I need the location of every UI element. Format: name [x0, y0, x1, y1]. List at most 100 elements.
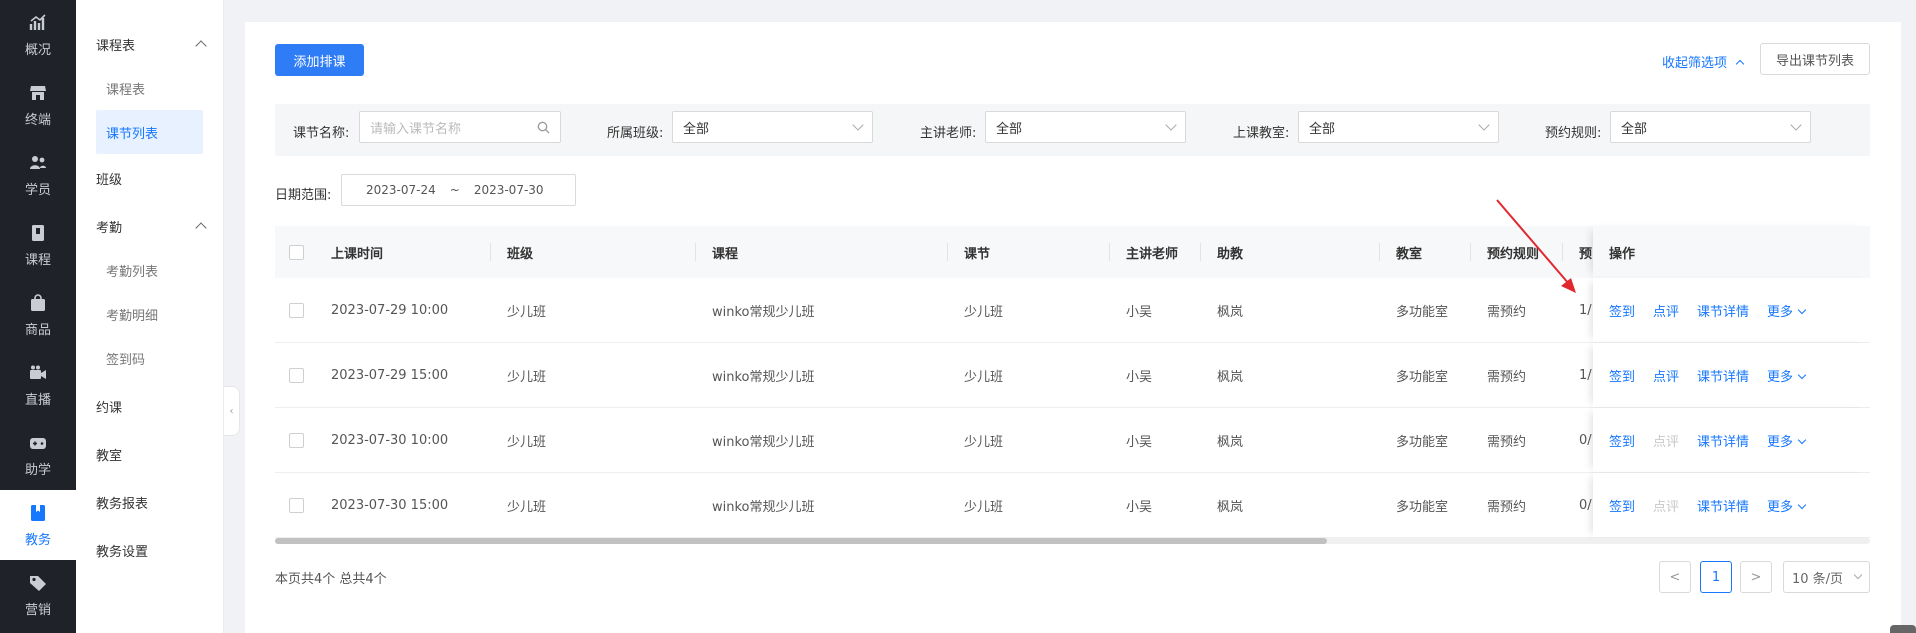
nav-item-students[interactable]: 学员 [0, 140, 76, 210]
sidebar-item-label: 教务报表 [96, 496, 149, 512]
sidebar-item-schedule[interactable]: 课程表 [76, 66, 223, 110]
cell-extra: 0/ [1579, 497, 1592, 513]
sidebar-item-classroom[interactable]: 教室 [76, 432, 223, 476]
row-checkbox[interactable] [289, 497, 304, 513]
lesson-detail-link[interactable]: 课节详情 [1697, 366, 1749, 385]
nav-item-assist[interactable]: 助学 [0, 420, 76, 490]
nav-item-goods[interactable]: 商品 [0, 280, 76, 350]
col-extra[interactable]: 预 [1579, 226, 1592, 278]
row-checkbox[interactable] [289, 432, 304, 448]
sidebar-item-booking[interactable]: 约课 [76, 384, 223, 428]
col-divider [490, 243, 491, 261]
col-course[interactable]: 课程 [712, 226, 738, 278]
chevron-down-icon [1797, 500, 1807, 509]
nav-item-terminal[interactable]: 终端 [0, 70, 76, 140]
nav-label: 营销 [24, 602, 51, 618]
lesson-detail-link[interactable]: 课节详情 [1697, 301, 1749, 320]
page-scrollbar[interactable] [1890, 625, 1916, 633]
col-rule[interactable]: 预约规则 [1487, 226, 1539, 278]
row-checkbox[interactable] [289, 367, 304, 383]
chevron-down-icon [1790, 119, 1802, 131]
page-size-select[interactable]: 10 条/页 [1783, 561, 1870, 593]
cell-room: 多功能室 [1396, 434, 1449, 450]
nav-item-course[interactable]: 课程 [0, 210, 76, 280]
cell-room: 多功能室 [1396, 499, 1449, 515]
cell-room: 多功能室 [1396, 369, 1449, 385]
nav-label: 助学 [24, 462, 51, 478]
checkin-link[interactable]: 签到 [1609, 366, 1635, 385]
page-number-button[interactable]: 1 [1700, 561, 1732, 593]
cell-rule: 需预约 [1487, 434, 1527, 450]
date-range-picker[interactable]: 2023-07-24 ~ 2023-07-30 [341, 174, 576, 206]
add-schedule-button[interactable]: 添加排课 [275, 44, 364, 76]
comment-link-disabled: 点评 [1653, 434, 1680, 450]
export-lessons-button[interactable]: 导出课节列表 [1760, 43, 1870, 75]
filter-bar: 课节名称: 请输入课节名称 所属班级: 全部 主讲老师: 全部 上课教室: 全部… [275, 104, 1870, 156]
scrollbar-thumb[interactable] [275, 538, 1327, 544]
nav-label: 终端 [24, 112, 51, 128]
class-select[interactable]: 全部 [672, 111, 873, 143]
checkin-link[interactable]: 签到 [1609, 301, 1635, 320]
more-dropdown[interactable]: 更多 [1767, 431, 1807, 450]
lesson-detail-link[interactable]: 课节详情 [1697, 431, 1749, 450]
row-checkbox[interactable] [289, 302, 304, 318]
cell-class: 少儿班 [507, 304, 547, 320]
more-dropdown[interactable]: 更多 [1767, 496, 1807, 515]
comment-link[interactable]: 点评 [1653, 366, 1679, 385]
nav-item-marketing[interactable]: 营销 [0, 560, 76, 630]
next-page-button[interactable]: > [1740, 561, 1772, 593]
sidebar-item-settings[interactable]: 教务设置 [76, 528, 223, 572]
cell-lesson: 少儿班 [964, 434, 1004, 450]
comment-link[interactable]: 点评 [1653, 301, 1679, 320]
classroom-select-value: 全部 [1309, 121, 1336, 137]
col-lesson[interactable]: 课节 [964, 226, 990, 278]
sidebar-item-checkin-code[interactable]: 签到码 [76, 336, 223, 380]
lesson-name-search-input[interactable]: 请输入课节名称 [359, 111, 561, 143]
col-assistant[interactable]: 助教 [1217, 226, 1243, 278]
col-teacher[interactable]: 主讲老师 [1126, 226, 1178, 278]
nav-item-academic[interactable]: 教务 [0, 490, 76, 560]
table-row: 2023-07-30 15:00 少儿班 winko常规少儿班 少儿班 小吴 枫… [275, 473, 1870, 538]
cell-rule: 需预约 [1487, 304, 1527, 320]
cell-course: winko常规少儿班 [712, 434, 815, 450]
select-all-checkbox[interactable] [289, 244, 304, 260]
cell-teacher: 小吴 [1126, 434, 1153, 450]
chevron-up-icon [195, 222, 207, 234]
chevron-left-icon: ‹ [229, 405, 234, 417]
collapse-filters-link[interactable]: 收起筛选项 [1662, 52, 1745, 71]
checkin-link[interactable]: 签到 [1609, 496, 1635, 515]
sidebar-group-attendance[interactable]: 考勤 [76, 204, 223, 248]
rule-select[interactable]: 全部 [1610, 111, 1811, 143]
col-class[interactable]: 班级 [507, 226, 533, 278]
more-dropdown[interactable]: 更多 [1767, 301, 1807, 320]
nav-item-overview[interactable]: 概况 [0, 0, 76, 70]
date-start: 2023-07-24 [366, 183, 436, 197]
prev-page-button[interactable]: < [1659, 561, 1691, 593]
more-label: 更多 [1767, 434, 1794, 450]
collapse-filters-label: 收起筛选项 [1662, 56, 1728, 71]
col-time[interactable]: 上课时间 [331, 226, 383, 278]
nav-label: 课程 [24, 252, 51, 268]
col-divider [947, 243, 948, 261]
cell-teacher: 小吴 [1126, 304, 1153, 320]
sidebar-item-report[interactable]: 教务报表 [76, 480, 223, 524]
lesson-detail-link[interactable]: 课节详情 [1697, 496, 1749, 515]
sidebar-collapse-handle[interactable]: ‹ [224, 386, 240, 436]
sidebar-item-attendance-list[interactable]: 考勤列表 [76, 248, 223, 292]
table-header: 上课时间 班级 课程 课节 主讲老师 助教 教室 预约规则 预 操作 [275, 226, 1870, 278]
more-dropdown[interactable]: 更多 [1767, 366, 1807, 385]
page-summary: 本页共4个 总共4个 [275, 572, 387, 587]
nav-item-live[interactable]: 直播 [0, 350, 76, 420]
sidebar-group-schedule[interactable]: 课程表 [76, 22, 223, 66]
table-horizontal-scrollbar[interactable] [275, 538, 1870, 544]
sidebar-item-attendance-detail[interactable]: 考勤明细 [76, 292, 223, 336]
classroom-select[interactable]: 全部 [1298, 111, 1499, 143]
more-label: 更多 [1767, 499, 1794, 515]
teacher-select[interactable]: 全部 [985, 111, 1186, 143]
col-room[interactable]: 教室 [1396, 226, 1422, 278]
date-end: 2023-07-30 [473, 183, 544, 197]
cell-class: 少儿班 [507, 434, 547, 450]
sidebar-item-lesson-list[interactable]: 课节列表 [96, 110, 203, 154]
sidebar-item-class[interactable]: 班级 [76, 156, 223, 200]
checkin-link[interactable]: 签到 [1609, 431, 1635, 450]
